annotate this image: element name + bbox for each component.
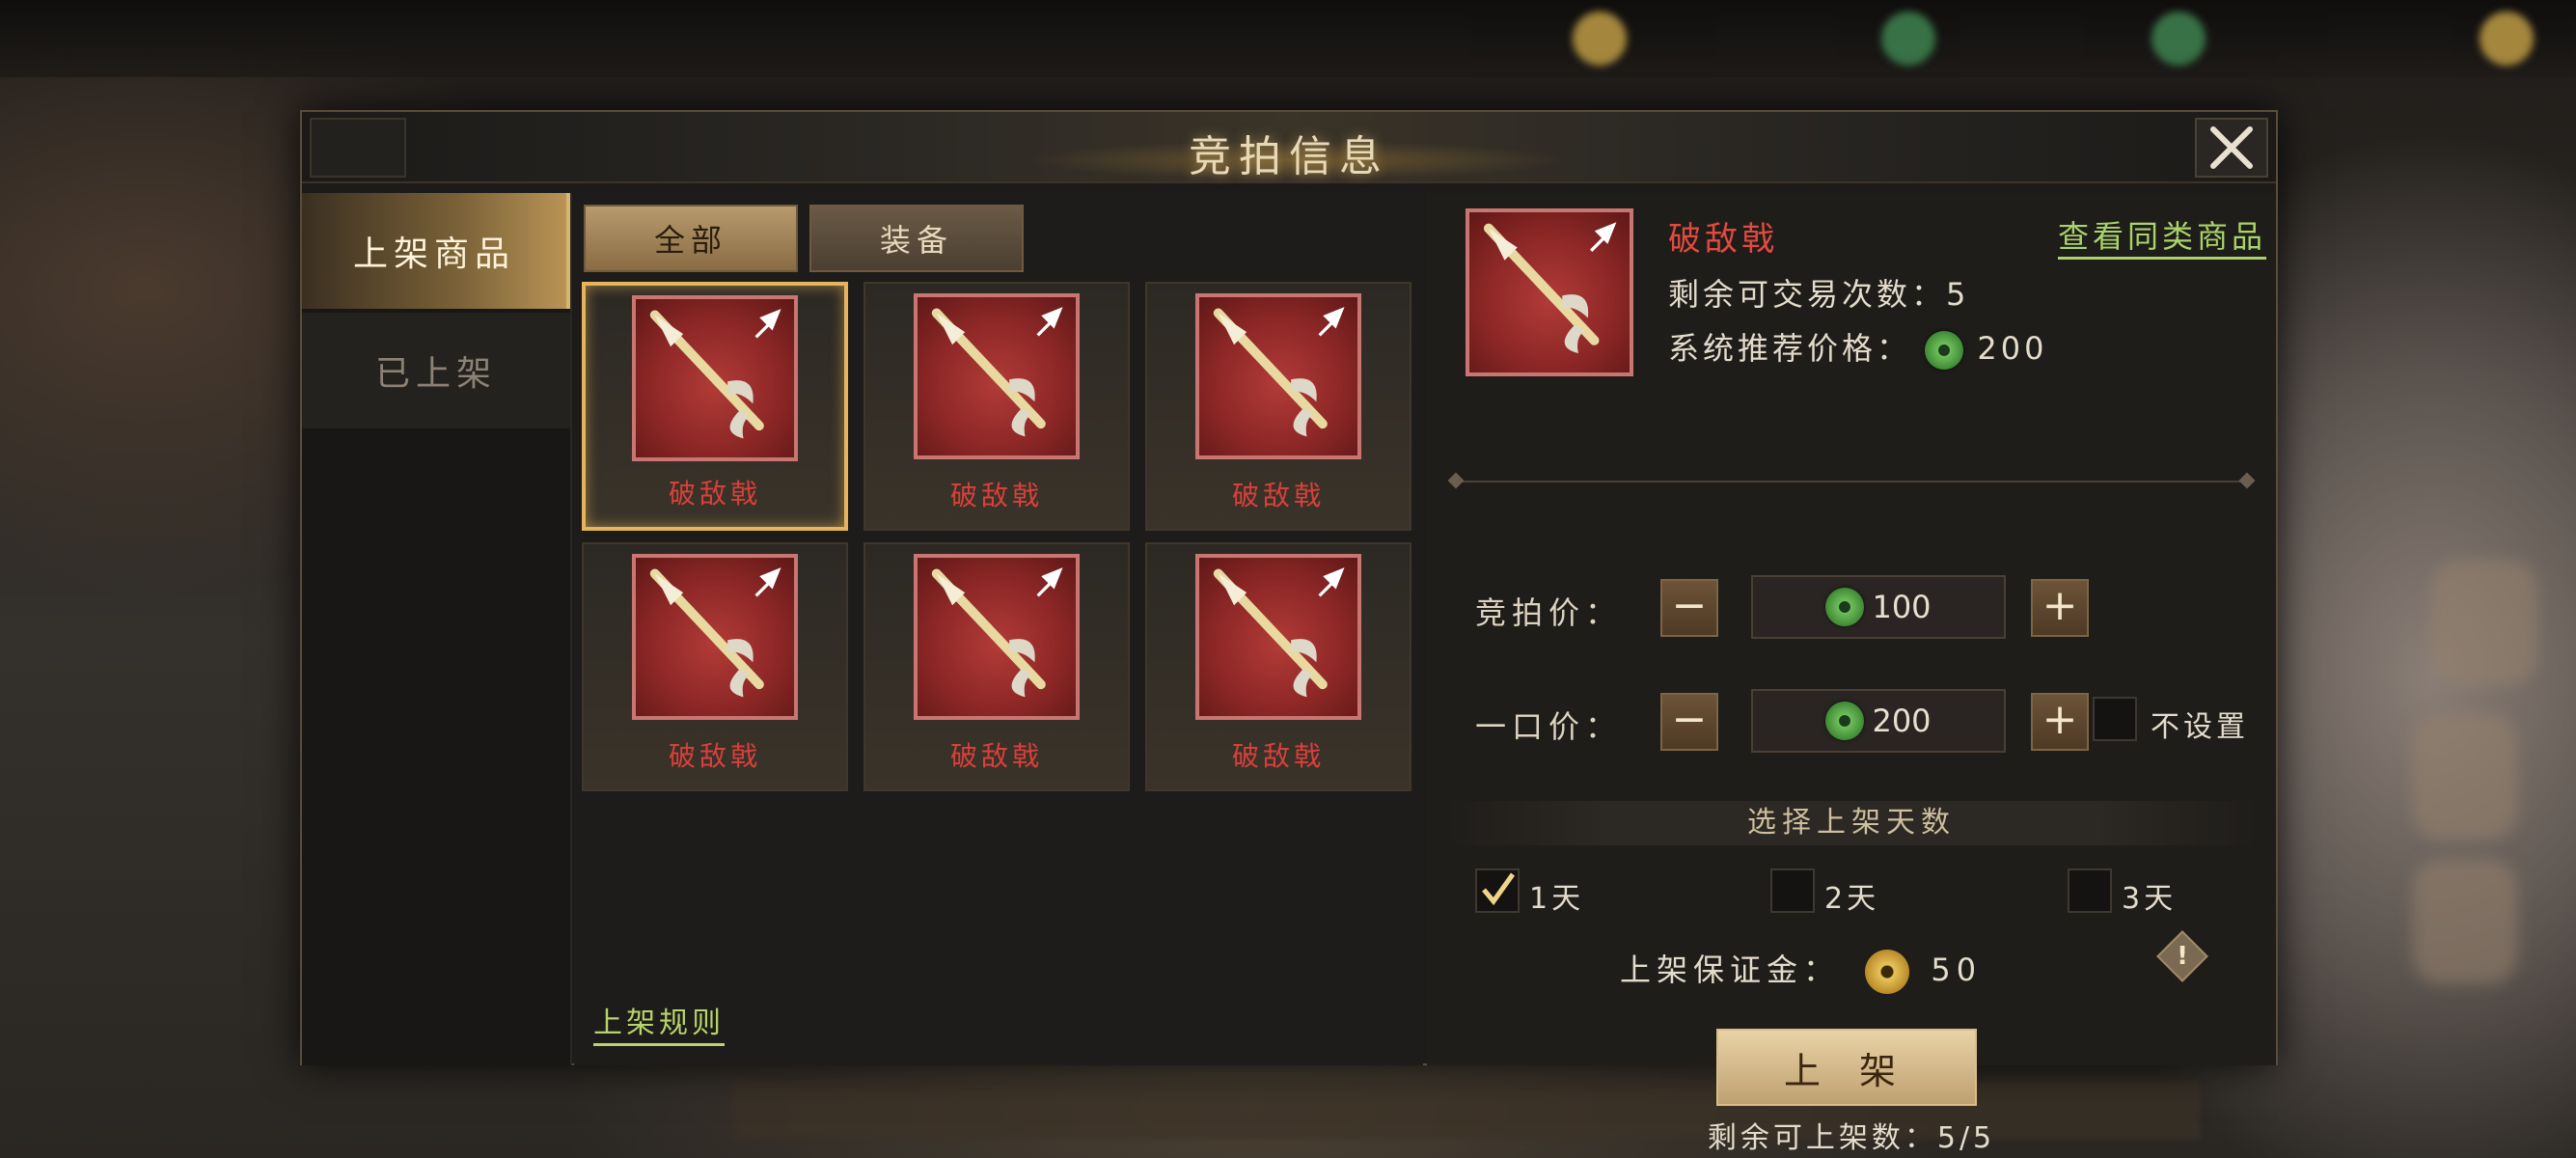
item-slot[interactable]: 破敌戟	[1145, 282, 1411, 531]
item-name: 破敌戟	[668, 740, 761, 772]
item-name: 破敌戟	[668, 478, 761, 510]
halberd-icon	[649, 309, 781, 439]
item-name: 破敌戟	[949, 480, 1043, 511]
info-warning-icon[interactable]: !	[2156, 930, 2208, 982]
buyout-increase-button[interactable]: +	[2031, 693, 2089, 751]
deposit-row: 上架保证金： 50	[1620, 946, 1982, 994]
selected-item-name: 破敌戟	[1668, 220, 1778, 259]
item-slot[interactable]: 破敌戟	[582, 542, 848, 791]
top-status-bar	[0, 0, 2576, 77]
halberd-icon	[1213, 567, 1345, 698]
deposit-value: 50	[1931, 951, 1983, 988]
selected-item-icon	[1466, 208, 1633, 376]
item-slot[interactable]: 破敌戟	[863, 282, 1130, 531]
close-button[interactable]	[2195, 118, 2268, 178]
item-icon	[632, 554, 798, 720]
no-buyout-label: 不设置	[2151, 710, 2249, 744]
sidebar-tab-listed[interactable]: 已上架	[302, 313, 570, 428]
halberd-icon	[1213, 307, 1345, 437]
listing-rules-link[interactable]: 上架规则	[593, 999, 725, 1046]
coin-icon	[2480, 12, 2534, 66]
jade-icon	[2151, 12, 2206, 66]
item-name: 破敌戟	[949, 740, 1043, 772]
item-slot[interactable]: 破敌戟	[582, 282, 848, 531]
buyout-decrease-button[interactable]: −	[1660, 693, 1718, 751]
item-icon	[1195, 554, 1361, 720]
buyout-price-label: 一口价：	[1475, 708, 1623, 745]
day-2-label: 2天	[1824, 882, 1880, 916]
recommend-price-value: 200	[1977, 330, 2048, 367]
filter-tab-equipment[interactable]: 装备	[809, 205, 1024, 272]
bid-decrease-button[interactable]: −	[1660, 579, 1718, 637]
day-2-checkbox[interactable]	[1770, 868, 1815, 913]
buyout-price-value: 200	[1872, 703, 1932, 739]
dialog-title: 竞拍信息	[1189, 132, 1389, 181]
remaining-value: 5/5	[1936, 1121, 1996, 1155]
list-item-button[interactable]: 上 架	[1716, 1029, 1977, 1106]
recommend-price-row: 系统推荐价格： 200	[1668, 324, 2047, 370]
remaining-label: 剩余可上架数：	[1707, 1121, 1937, 1155]
divider	[1456, 481, 2247, 482]
title-bar: 竞拍信息	[302, 112, 2276, 183]
halberd-icon	[1483, 222, 1617, 354]
day-1-checkbox[interactable]	[1475, 868, 1520, 913]
gold-coin-icon	[1865, 950, 1910, 994]
trade-count-value: 5	[1946, 276, 1970, 313]
item-icon	[632, 295, 798, 461]
item-name: 破敌戟	[1231, 740, 1325, 772]
recommend-price-label: 系统推荐价格：	[1668, 330, 1912, 367]
item-name: 破敌戟	[1231, 480, 1325, 511]
auction-dialog: 竞拍信息 上架商品 已上架 全部 装备 破敌戟 破敌戟 破敌戟 破敌戟 破敌戟 破敌戟 上…	[300, 110, 2278, 1155]
halberd-icon	[931, 567, 1063, 698]
bid-increase-button[interactable]: +	[2031, 579, 2089, 637]
detail-panel: 破敌戟 查看同类商品 剩余可交易次数：5 系统推荐价格： 200 竞拍价： − …	[1427, 193, 2276, 1155]
divider-ornament	[1447, 472, 1465, 489]
sidebar-tab-list-items[interactable]: 上架商品	[302, 193, 570, 309]
jade-currency-icon	[1825, 702, 1865, 740]
background-figure	[2431, 560, 2537, 685]
jade-currency-icon	[1825, 588, 1865, 626]
item-icon	[914, 554, 1080, 720]
filter-tab-all[interactable]: 全部	[584, 205, 798, 272]
jade-icon	[1881, 12, 1935, 66]
bid-price-field[interactable]: 100	[1751, 575, 2006, 639]
bid-price-value: 100	[1872, 589, 1932, 625]
view-similar-link[interactable]: 查看同类商品	[2057, 212, 2266, 260]
remaining-listings: 剩余可上架数：5/5	[1427, 1114, 2276, 1156]
trade-count-row: 剩余可交易次数：5	[1668, 270, 1969, 315]
bid-price-label: 竞拍价：	[1475, 594, 1623, 631]
day-1-label: 1天	[1529, 882, 1585, 916]
item-icon	[914, 293, 1080, 459]
item-icon	[1195, 293, 1361, 459]
listing-days-header: 选择上架天数	[1446, 801, 2257, 845]
item-slot[interactable]: 破敌戟	[1145, 542, 1411, 791]
jade-currency-icon	[1925, 331, 1964, 370]
close-icon	[2210, 126, 2253, 169]
inventory-panel: 全部 装备 破敌戟 破敌戟 破敌戟 破敌戟 破敌戟 破敌戟 上架规则	[574, 193, 1423, 1065]
no-buyout-checkbox[interactable]	[2093, 697, 2137, 741]
day-3-label: 3天	[2122, 882, 2178, 916]
sidebar: 上架商品 已上架	[302, 193, 572, 1065]
background-figure	[2412, 859, 2518, 984]
item-slot[interactable]: 破敌戟	[863, 542, 1130, 791]
halberd-icon	[931, 307, 1063, 437]
background-figure	[2412, 714, 2518, 840]
checkmark-icon	[1482, 872, 1516, 906]
buyout-price-field[interactable]: 200	[1751, 689, 2006, 753]
deposit-label: 上架保证金：	[1620, 951, 1841, 988]
day-3-checkbox[interactable]	[2068, 868, 2112, 913]
divider-ornament	[2238, 472, 2256, 489]
coin-icon	[1573, 12, 1627, 66]
trade-count-label: 剩余可交易次数：	[1668, 276, 1947, 313]
halberd-icon	[649, 567, 781, 698]
